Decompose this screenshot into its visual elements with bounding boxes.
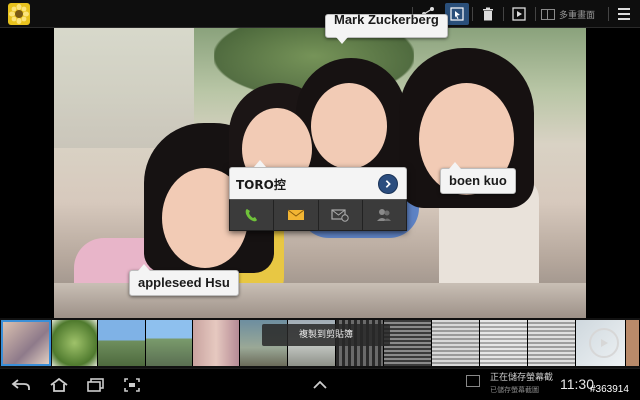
- toolbar-divider: [535, 7, 536, 21]
- filmstrip-thumbnail[interactable]: [432, 320, 480, 366]
- notification-text: 正在儲存螢幕截: [490, 373, 554, 383]
- filmstrip[interactable]: 複製到剪貼簿: [0, 318, 640, 368]
- contact-group-button[interactable]: [363, 200, 406, 230]
- overflow-menu-button[interactable]: [614, 4, 634, 24]
- filmstrip-thumbnail[interactable]: [193, 320, 240, 366]
- contact-actions: [229, 199, 407, 231]
- back-button[interactable]: [8, 375, 34, 395]
- notification-subtext: 已儲存螢幕截圖: [490, 386, 539, 394]
- multi-window-icon: [541, 8, 555, 20]
- filmstrip-thumbnail-selected[interactable]: [1, 320, 51, 366]
- delete-button[interactable]: [476, 3, 500, 25]
- app-tray-button[interactable]: [307, 375, 333, 395]
- recent-apps-button[interactable]: [83, 375, 109, 395]
- recent-apps-icon: [87, 378, 104, 392]
- video-play-icon: [589, 328, 619, 358]
- copy-to-clipboard-toast: 複製到剪貼簿: [262, 324, 390, 346]
- call-button[interactable]: [230, 200, 275, 230]
- app-icon[interactable]: [8, 3, 30, 25]
- watermark: #363914: [590, 384, 629, 395]
- filmstrip-thumbnail[interactable]: [98, 320, 146, 366]
- contact-details-button[interactable]: [378, 174, 398, 194]
- message-button[interactable]: [319, 200, 363, 230]
- toolbar-divider: [472, 7, 473, 21]
- filmstrip-thumbnail[interactable]: [384, 320, 432, 366]
- tag-icon: [450, 7, 464, 21]
- filmstrip-thumbnail[interactable]: [626, 320, 640, 366]
- face-tag-top[interactable]: Mark Zuckerberg: [325, 12, 448, 44]
- status-clock: 11:30: [560, 376, 594, 392]
- toolbar-divider: [608, 7, 609, 21]
- filmstrip-thumbnail[interactable]: [480, 320, 528, 366]
- photo-background-wall: [54, 28, 194, 148]
- contact-popup: TORO控: [229, 160, 407, 231]
- home-button[interactable]: [46, 375, 72, 395]
- filmstrip-thumbnail[interactable]: [528, 320, 576, 366]
- contact-group-icon: [377, 209, 392, 221]
- notification-image-icon: [466, 375, 480, 387]
- face-tag-right[interactable]: boen kuo: [440, 162, 516, 194]
- face-tag-label: Mark Zuckerberg: [334, 12, 439, 27]
- filmstrip-thumbnail[interactable]: [52, 320, 98, 366]
- system-navigation-bar: 正在儲存螢幕截 已儲存螢幕截圖 11:30: [0, 368, 640, 400]
- trash-icon: [483, 7, 493, 21]
- contact-name: TORO控: [236, 178, 286, 192]
- tag-button[interactable]: [445, 3, 469, 25]
- contact-popup-header[interactable]: TORO控: [229, 167, 407, 199]
- slideshow-button[interactable]: [507, 3, 531, 25]
- email-icon: [287, 209, 305, 220]
- toolbar-divider: [503, 7, 504, 21]
- screenshot-button[interactable]: [119, 375, 145, 395]
- multi-window-label: 多重畫面: [559, 10, 596, 21]
- phone-icon: [245, 209, 257, 222]
- sunflower-app-icon: [9, 4, 29, 24]
- face-tag-left[interactable]: appleseed Hsu: [129, 264, 239, 296]
- chevron-up-icon: [313, 380, 327, 389]
- chevron-right-icon: [385, 180, 391, 188]
- home-icon: [50, 377, 68, 392]
- email-button[interactable]: [274, 200, 319, 230]
- play-icon: [512, 7, 526, 21]
- action-bar: 多重畫面: [0, 0, 640, 28]
- multi-window-button[interactable]: 多重畫面: [541, 6, 595, 22]
- message-icon: [331, 209, 349, 222]
- face-tag-label: boen kuo: [449, 173, 507, 188]
- overflow-menu-icon: [618, 8, 630, 20]
- back-icon: [11, 379, 30, 390]
- filmstrip-thumbnail[interactable]: [146, 320, 193, 366]
- person-face: [311, 83, 387, 169]
- face-tag-label: appleseed Hsu: [138, 275, 230, 290]
- screenshot-icon: [124, 378, 140, 392]
